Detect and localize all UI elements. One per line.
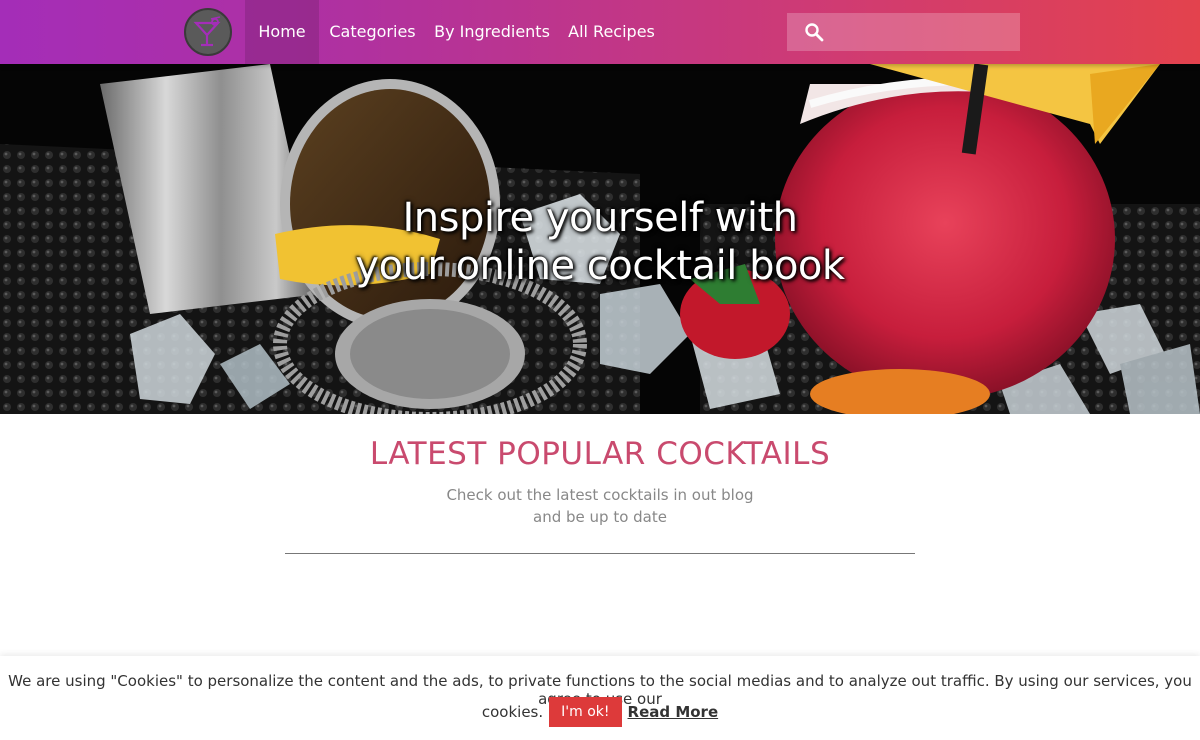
search-icon[interactable] (804, 22, 824, 42)
hero-title-line1: Inspire yourself with (402, 195, 798, 241)
top-navbar: Home Categories By Ingredients All Recip… (0, 0, 1200, 64)
cocktail-glass-icon (193, 16, 221, 47)
hero-title-line2: your online cocktail book (355, 243, 845, 289)
section-title: LATEST POPULAR COCKTAILS (369, 436, 831, 472)
cookie-banner: We are using "Cookies" to personalize th… (0, 656, 1200, 740)
cookie-text-end: cookies. (481, 703, 544, 721)
cookie-ok-button[interactable]: I'm ok! (549, 697, 622, 727)
section-divider (285, 553, 915, 554)
cookie-actions: cookies. I'm ok! Read More (0, 697, 1200, 727)
hero-title: Inspire yourself with your online cockta… (0, 194, 1200, 290)
search-input[interactable] (834, 13, 1020, 51)
cookie-read-more-link[interactable]: Read More (628, 703, 719, 721)
nav-home[interactable]: Home (245, 0, 319, 64)
hero-banner: Inspire yourself with your online cockta… (0, 64, 1200, 414)
nav-by-ingredients[interactable]: By Ingredients (426, 0, 558, 64)
site-logo[interactable] (184, 8, 232, 56)
section-subtitle-line1: Check out the latest cocktails in out bl… (446, 486, 754, 504)
section-subtitle-line2: and be up to date (533, 508, 667, 526)
nav-categories[interactable]: Categories (319, 0, 426, 64)
nav-all-recipes[interactable]: All Recipes (558, 0, 665, 64)
section-subtitle: Check out the latest cocktails in out bl… (0, 484, 1200, 528)
